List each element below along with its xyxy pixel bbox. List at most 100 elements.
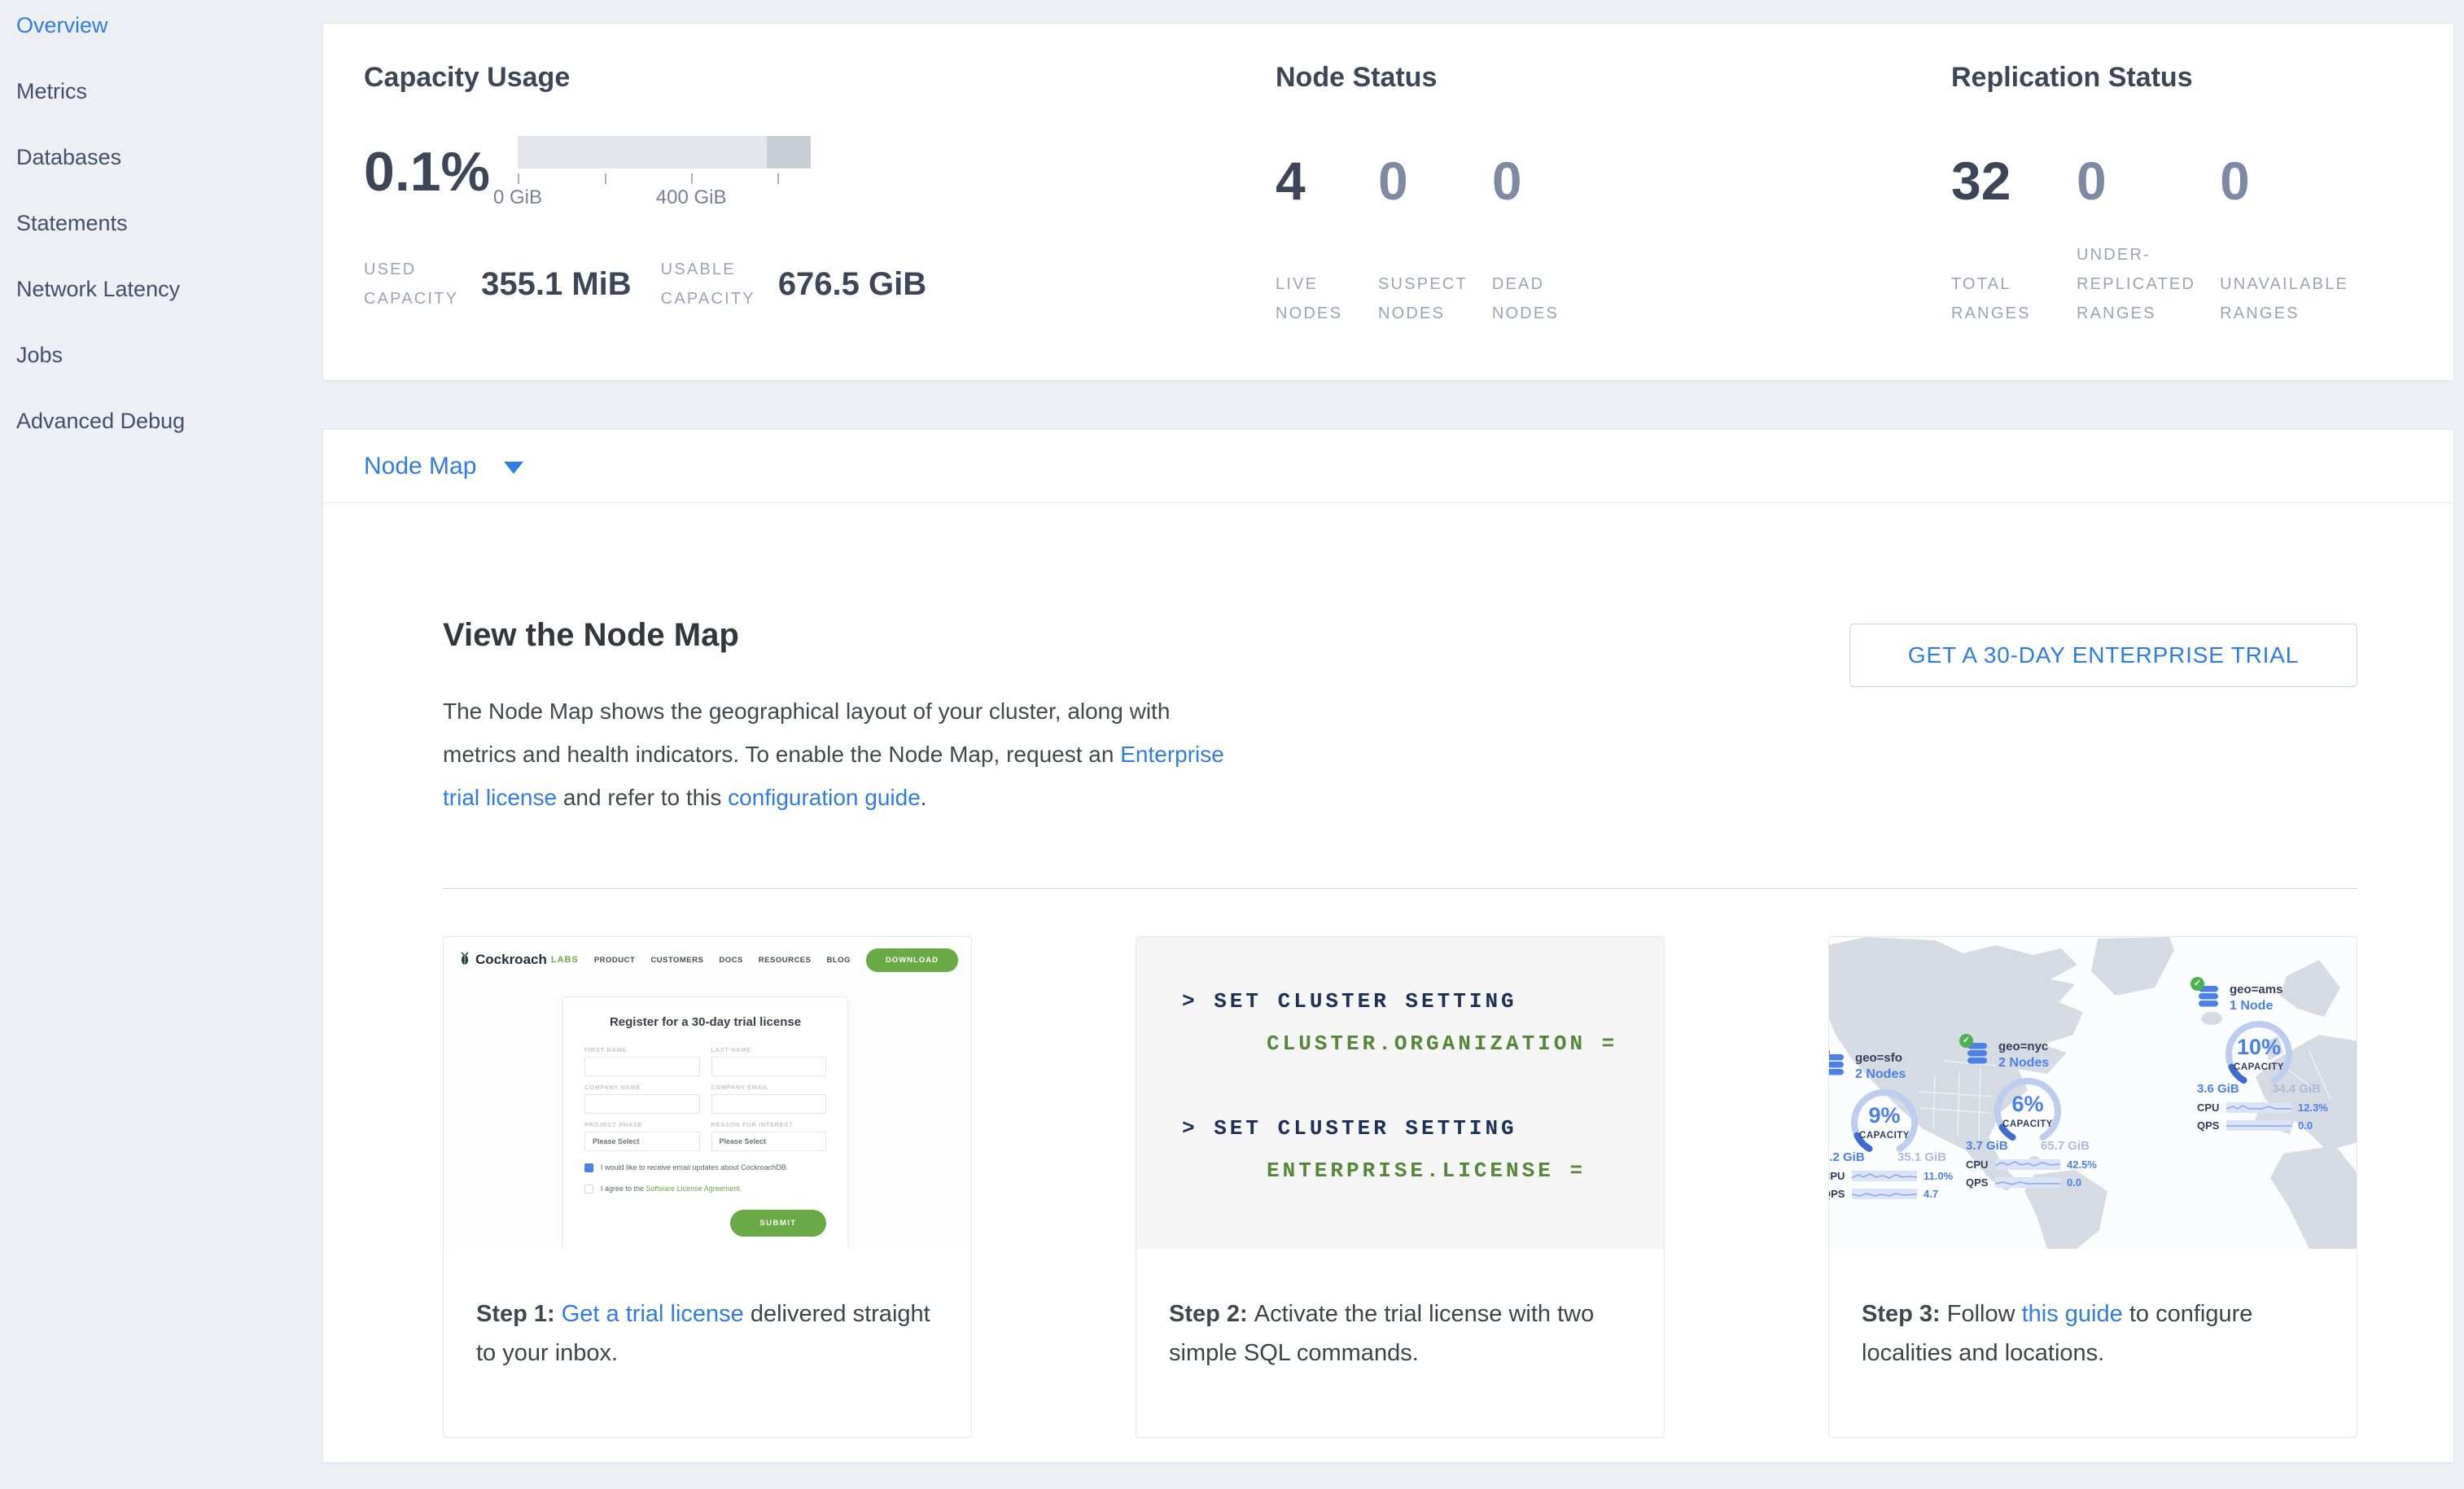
page-title: View the Node Map [443,617,1257,654]
sql-setting: CLUSTER.ORGANIZATION = [1267,1031,1664,1056]
field-label: FIRST NAME [584,1046,700,1053]
cpu-sparkline [1995,1159,2060,1170]
axis-tick [605,173,606,184]
locality-node-count: 1 Node [2230,999,2282,1014]
qps-sparkline [1995,1177,2060,1188]
section-divider [443,888,2357,889]
thumb-nav-resources: RESOURCES [759,956,812,965]
capacity-usage-section: Capacity Usage 0.1% 0 GiB 400 [364,62,1276,380]
thumb-nav-docs: DOCS [719,956,742,965]
license-agreement-checkbox-label: I agree to the Software License Agreemen… [601,1185,742,1193]
description-text: The Node Map shows the geographical layo… [443,699,1170,767]
capacity-label: CAPACITY [1829,1131,1946,1141]
view-mode-dropdown[interactable]: Node Map [323,430,2453,503]
node-map-panel: Node Map View the Node Map The Node Map … [322,429,2454,1463]
healthy-badge-icon: ✓ [1959,1034,1973,1048]
sql-commands-thumbnail: > SET CLUSTER SETTING CLUSTER.ORGANIZATI… [1136,937,1664,1249]
capacity-label: CAPACITY [2197,1062,2321,1072]
node-map-description: The Node Map shows the geographical layo… [443,690,1241,820]
total-capacity: 34.4 GiB [2272,1082,2321,1096]
reason-select: Please Select [711,1132,827,1151]
thumb-download-button: DOWNLOAD [866,948,958,972]
node-map-thumbnail: 1 geo=sfo 2 Nodes [1829,937,2357,1249]
cpu-value: 12.3% [2298,1101,2328,1114]
used-capacity: 3.7 GiB [1966,1139,2008,1153]
db-nodes-icon [1829,1053,1845,1077]
sql-command: > SET CLUSTER SETTING [1182,1116,1664,1141]
company-name-field [584,1094,700,1114]
get-enterprise-trial-button[interactable]: GET A 30-DAY ENTERPRISE TRIAL [1849,624,2357,687]
locality-name: geo=nyc [1998,1040,2049,1053]
qps-sparkline [1852,1189,1917,1199]
cpu-label: CPU [1966,1158,1995,1171]
step3-label: Step 3: [1862,1301,1947,1327]
sidebar-item-advanced-debug[interactable]: Advanced Debug [16,409,322,475]
brand-suffix: LABS [551,955,579,965]
thumb-nav-blog: BLOG [826,956,850,965]
cpu-label: CPU [2197,1101,2226,1114]
locality-ams: ✓ geo=ams 1 Node [2197,984,2337,1132]
axis-tick [777,173,779,184]
used-capacity-label: USED CAPACITY [364,255,458,313]
register-form-thumbnail: Cockroach LABS PRODUCT CUSTOMERS DOCS RE… [444,937,971,1249]
capacity-label: CAPACITY [1966,1119,2090,1129]
get-trial-license-link[interactable]: Get a trial license [562,1301,744,1327]
step1-label: Step 1: [476,1301,562,1327]
checkbox-empty-icon [584,1185,593,1193]
capacity-percent: 6% [1966,1092,2090,1117]
company-email-field [711,1094,827,1114]
label-text: I agree to the [601,1185,646,1193]
step1-card: Cockroach LABS PRODUCT CUSTOMERS DOCS RE… [443,936,972,1438]
capacity-gauge: 10% CAPACITY 3.6 GiB 34.4 GiB [2197,1017,2321,1096]
chevron-down-icon [504,462,523,474]
axis-tick-label: 0 GiB [493,186,542,209]
cluster-summary-panel: Capacity Usage 0.1% 0 GiB 4 00 [322,23,2454,381]
unavailable-ranges-count: 0 [2220,154,2348,208]
locality-nyc: ✓ geo=nyc 2 Nodes [1966,1041,2106,1189]
overview-page: Overview Metrics Databases Statements Ne… [0,0,2464,1489]
usable-capacity-value: 676.5 GiB [778,266,926,303]
qps-value: 0.0 [2298,1119,2313,1132]
configuration-guide-link[interactable]: configuration guide [728,785,921,810]
used-capacity: 3.2 GiB [1829,1150,1865,1164]
under-replicated-count: 0 [2077,154,2195,208]
under-replicated-label: UNDER- REPLICATED RANGES [2077,240,2195,328]
capacity-bar-reserved-segment [767,136,811,169]
sidebar-item-metrics[interactable]: Metrics [16,79,322,145]
live-nodes-count: 4 [1276,154,1354,208]
capacity-bar: 0 GiB 400 GiB [518,136,811,209]
used-capacity-value: 355.1 MiB [481,266,632,303]
dead-nodes-label: DEAD NODES [1492,269,1559,328]
locality-name: geo=sfo [1855,1051,1906,1065]
cpu-sparkline [1852,1171,1917,1181]
capacity-usage-title: Capacity Usage [364,62,1276,94]
register-form-title: Register for a 30-day trial license [584,1015,826,1029]
qps-label: QPS [2197,1119,2226,1132]
step3-card: 1 geo=sfo 2 Nodes [1828,936,2357,1438]
step2-caption: Step 2: Activate the trial license with … [1136,1249,1664,1373]
locality-node-count: 2 Nodes [1998,1056,2049,1071]
sidebar-item-databases[interactable]: Databases [16,145,322,211]
software-license-link: Software License Agreement. [646,1185,742,1193]
unavailable-ranges-label: UNAVAILABLE RANGES [2220,269,2348,328]
sidebar-item-overview[interactable]: Overview [16,13,322,79]
this-guide-link[interactable]: this guide [2022,1301,2123,1327]
thumb-nav-customers: CUSTOMERS [650,956,703,965]
qps-value: 4.7 [1923,1188,1938,1200]
sidebar-item-jobs[interactable]: Jobs [16,343,322,409]
step1-caption: Step 1: Get a trial license delivered st… [444,1249,971,1373]
qps-label: QPS [1966,1176,1995,1189]
last-name-field [711,1057,827,1076]
step2-label: Step 2: [1169,1301,1254,1327]
trial-register-form: Register for a 30-day trial license FIRS… [562,996,848,1249]
node-status-title: Node Status [1276,62,1951,94]
qps-value: 0.0 [2067,1176,2081,1189]
sql-setting: ENTERPRISE.LICENSE = [1267,1158,1664,1183]
locality-name: geo=ams [2230,983,2282,996]
sidebar-item-statements[interactable]: Statements [16,211,322,277]
replication-status-section: Replication Status 32 TOTAL RANGES 0 UND… [1951,62,2453,380]
view-mode-value[interactable]: Node Map [364,453,476,480]
field-label: REASON FOR INTEREST [711,1121,827,1128]
capacity-percent: 0.1% [364,144,490,209]
sidebar-item-network-latency[interactable]: Network Latency [16,277,322,343]
